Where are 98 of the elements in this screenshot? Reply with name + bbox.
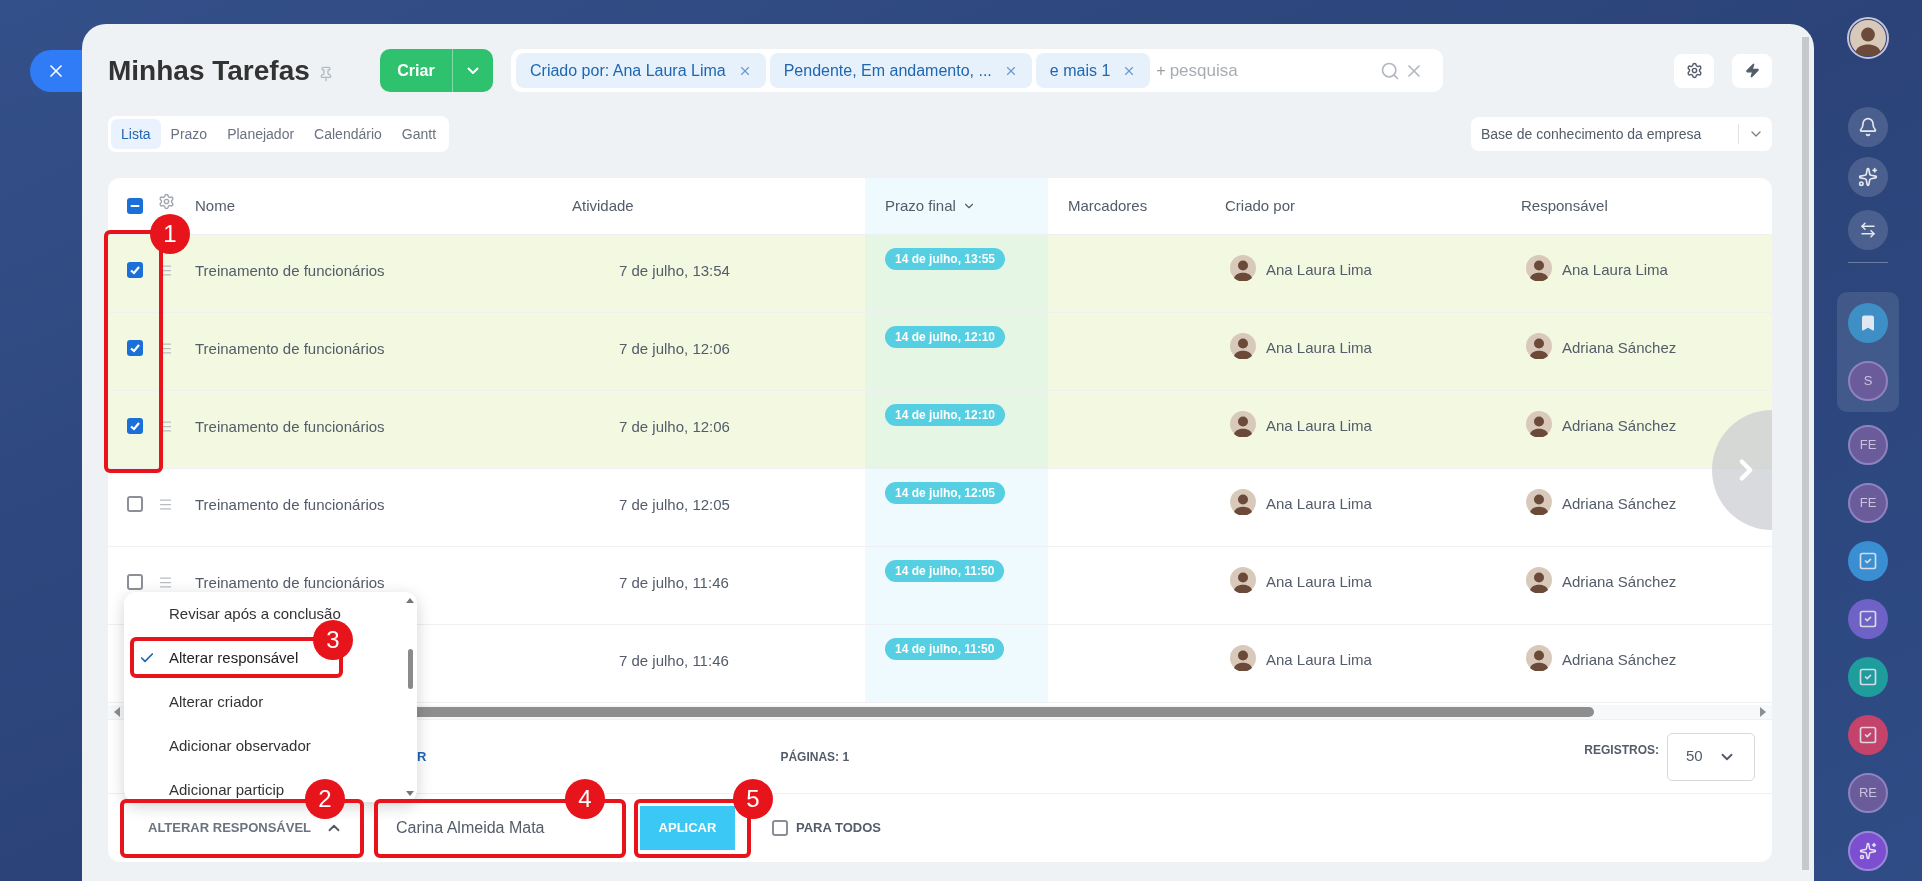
assignee-name[interactable]: Adriana Sánchez — [1562, 415, 1677, 438]
search-field[interactable]: pesquisa — [1169, 57, 1376, 84]
column-header[interactable]: Nome — [190, 178, 560, 234]
view-tab[interactable]: Lista — [111, 119, 161, 149]
select-all-checkbox[interactable] — [127, 198, 143, 214]
scroll-right-icon[interactable] — [1760, 707, 1766, 717]
avatar — [1526, 489, 1552, 515]
view-tab[interactable]: Gantt — [391, 119, 447, 149]
chat-avatar[interactable]: FE — [1848, 425, 1888, 465]
menu-item[interactable]: Adicionar observador — [124, 734, 311, 758]
lightning-button[interactable] — [1732, 53, 1772, 88]
records-label: REGISTROS: — [1584, 741, 1659, 759]
column-header[interactable]: Marcadores — [1048, 178, 1210, 234]
vertical-scrollbar[interactable] — [1802, 37, 1809, 870]
page-title: Minhas Tarefas — [108, 53, 310, 88]
for-all-label[interactable]: PARA TODOS — [796, 818, 881, 838]
task-name[interactable]: Treinamento de funcionários — [195, 262, 385, 279]
activity-date: 7 de julho, 12:06 — [619, 418, 730, 435]
activity-date: 7 de julho, 13:54 — [619, 262, 730, 279]
activity-date: 7 de julho, 11:46 — [619, 574, 729, 591]
activity-date: 7 de julho, 12:06 — [619, 340, 730, 357]
check-square-icon[interactable] — [1848, 541, 1888, 581]
column-header[interactable]: Responsável — [1500, 178, 1772, 234]
avatar — [1526, 411, 1552, 437]
menu-scrollbar[interactable] — [407, 649, 413, 689]
check-square-icon[interactable] — [1848, 715, 1888, 755]
checkbox[interactable] — [127, 496, 143, 512]
assignee-name[interactable]: Adriana Sánchez — [1562, 571, 1677, 594]
lightning-icon — [1744, 63, 1760, 78]
creator-name[interactable]: Ana Laura Lima — [1266, 337, 1372, 360]
avatar — [1526, 645, 1552, 671]
chat-avatar[interactable]: RE — [1848, 773, 1888, 813]
checkbox[interactable] — [127, 574, 143, 590]
check-square-icon[interactable] — [1848, 599, 1888, 639]
chevron-down-icon — [467, 67, 479, 74]
knowledge-base-dropdown[interactable]: Base de conhecimento da empresa — [1471, 117, 1772, 151]
close-button[interactable] — [30, 50, 82, 92]
assignee-name[interactable]: Adriana Sánchez — [1562, 649, 1677, 672]
avatar — [1230, 489, 1256, 515]
assignee-name[interactable]: Adriana Sánchez — [1562, 337, 1677, 360]
sparkle-icon[interactable] — [1848, 831, 1888, 871]
avatar — [1230, 645, 1256, 671]
menu-item[interactable]: Alterar criador — [124, 690, 264, 714]
creator-name[interactable]: Ana Laura Lima — [1266, 415, 1372, 438]
add-filter-sign: + — [1156, 60, 1166, 81]
filter-chip[interactable]: e mais 1 — [1035, 53, 1151, 88]
settings-icon — [1685, 62, 1703, 79]
sparkle-icon[interactable] — [1848, 157, 1888, 197]
footer-link[interactable]: R — [417, 746, 427, 767]
task-name[interactable]: Treinamento de funcionários — [195, 496, 385, 513]
checkbox[interactable] — [127, 418, 143, 434]
avatar — [1230, 255, 1256, 281]
assignee-name[interactable]: Adriana Sánchez — [1562, 493, 1677, 516]
records-select[interactable]: 50 — [1667, 732, 1755, 781]
check-square-icon[interactable] — [1848, 657, 1888, 697]
activity-date: 7 de julho, 12:05 — [619, 496, 730, 513]
checkbox[interactable] — [127, 262, 143, 278]
task-name[interactable]: Treinamento de funcionários — [195, 340, 385, 357]
chat-avatar[interactable]: S — [1848, 361, 1888, 401]
filter-chip[interactable]: Criado por: Ana Laura Lima — [516, 53, 766, 88]
filter-chip[interactable]: Pendente, Em andamento, ... — [769, 53, 1032, 88]
column-header[interactable]: Criado por — [1210, 178, 1500, 234]
avatar — [1230, 411, 1256, 437]
avatar — [1526, 567, 1552, 593]
activity-date: 7 de julho, 11:46 — [619, 652, 729, 669]
scroll-down-icon[interactable] — [406, 791, 414, 796]
settings-icon[interactable] — [158, 192, 175, 210]
creator-name[interactable]: Ana Laura Lima — [1266, 571, 1372, 594]
column-header[interactable]: Atividade — [560, 178, 865, 234]
avatar — [1526, 255, 1552, 281]
for-all-checkbox[interactable] — [772, 820, 788, 836]
menu-item[interactable]: Alterar responsável — [124, 646, 299, 670]
drag-handle-icon[interactable] — [158, 497, 173, 512]
avatar — [1850, 20, 1886, 56]
avatar — [1230, 333, 1256, 359]
avatar — [1230, 567, 1256, 593]
column-header[interactable]: Prazo final — [865, 178, 1048, 234]
avatar — [1526, 333, 1552, 359]
checkbox[interactable] — [127, 340, 143, 356]
task-name[interactable]: Treinamento de funcionários — [195, 574, 385, 591]
scroll-up-icon[interactable] — [406, 598, 414, 603]
view-tab[interactable]: Calendário — [304, 119, 392, 149]
creator-name[interactable]: Ana Laura Lima — [1266, 493, 1372, 516]
chat-avatar[interactable]: FE — [1848, 483, 1888, 523]
bell-icon[interactable] — [1848, 107, 1888, 147]
drag-handle-icon[interactable] — [158, 575, 173, 590]
assignee-name[interactable]: Ana Laura Lima — [1562, 259, 1668, 282]
pages-count: PÁGINAS: 1 — [780, 748, 850, 766]
bookmark-icon[interactable] — [1848, 303, 1888, 343]
menu-item[interactable]: Adicionar particip — [124, 778, 285, 802]
view-tab[interactable]: Prazo — [160, 119, 218, 149]
view-tab[interactable]: Planejador — [217, 119, 305, 149]
creator-name[interactable]: Ana Laura Lima — [1266, 649, 1372, 672]
creator-name[interactable]: Ana Laura Lima — [1266, 259, 1372, 282]
settings-button[interactable] — [1674, 53, 1714, 88]
task-name[interactable]: Treinamento de funcionários — [195, 418, 385, 435]
swap-icon[interactable] — [1848, 210, 1888, 250]
user-avatar[interactable] — [1847, 17, 1889, 59]
